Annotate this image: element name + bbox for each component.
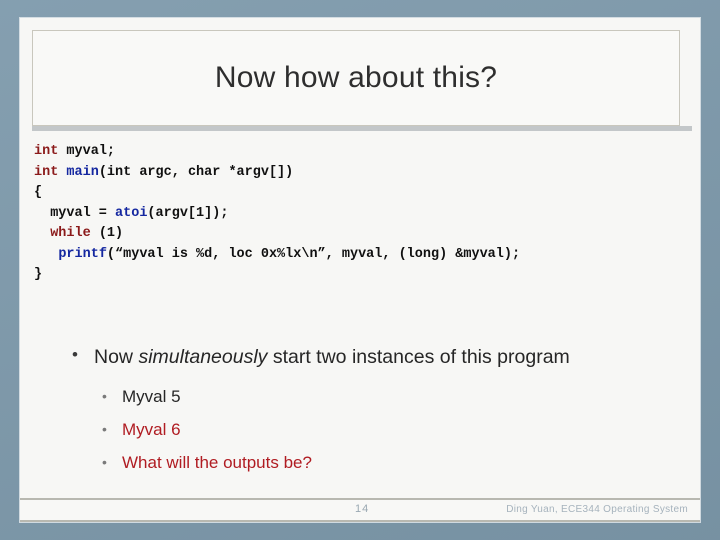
title-divider bbox=[32, 126, 692, 131]
page-title: Now how about this? bbox=[214, 61, 498, 94]
code-line: int main(int argc, char *argv[]) bbox=[34, 163, 694, 184]
code-line: printf(“myval is %d, loc 0x%lx\n”, myval… bbox=[34, 245, 694, 266]
sub-bullet-item: Myval 6 bbox=[96, 413, 660, 446]
code-token-plain: myval = bbox=[34, 205, 116, 221]
code-token-fn: atoi bbox=[115, 205, 148, 221]
code-snippet: int myval; int main(int argc, char *argv[… bbox=[34, 142, 694, 286]
sub-bullet-item: Myval 5 bbox=[96, 380, 660, 413]
code-line: { bbox=[34, 183, 694, 204]
code-line: while (1) bbox=[34, 224, 694, 245]
sub-bullet-item: What will the outputs be? bbox=[96, 446, 660, 479]
code-token-plain: (1) bbox=[90, 226, 124, 241]
code-line: } bbox=[34, 265, 694, 286]
code-token-kw: int bbox=[34, 164, 59, 180]
code-line: int myval; bbox=[34, 142, 694, 163]
footer-page-number: 14 bbox=[355, 503, 370, 515]
code-token-fn: printf bbox=[58, 246, 107, 262]
code-token-plain: } bbox=[34, 267, 43, 282]
slide-title-frame: Now how about this? bbox=[32, 30, 680, 126]
code-token-kw: int bbox=[34, 144, 59, 159]
code-token-fn: main bbox=[66, 164, 99, 180]
bullet-main-post: start two instances of this program bbox=[267, 346, 570, 368]
bullet-main-emphasis: simultaneously bbox=[138, 346, 268, 368]
footer-credit: Ding Yuan, ECE344 Operating System bbox=[506, 504, 688, 515]
code-token-plain: (“myval is %d, loc 0x%lx\n”, myval, (lon… bbox=[106, 246, 521, 262]
code-token-plain: (argv[1]); bbox=[147, 205, 229, 221]
bullet-main-pre: Now bbox=[94, 346, 139, 368]
bullet-list: Now simultaneously start two instances o… bbox=[60, 342, 660, 479]
slide-card: Now how about this? int myval; int main(i… bbox=[20, 18, 700, 522]
code-token-plain: { bbox=[34, 185, 43, 200]
sub-bullet-list: Myval 5Myval 6What will the outputs be? bbox=[60, 380, 660, 479]
code-token-plain: myval; bbox=[58, 144, 116, 159]
code-token-kw: while bbox=[50, 226, 91, 241]
code-line: myval = atoi(argv[1]); bbox=[34, 204, 694, 225]
bullet-item-main: Now simultaneously start two instances o… bbox=[60, 342, 642, 370]
code-token-plain: (int argc, char *argv[]) bbox=[98, 164, 294, 180]
slide-footer: 14 Ding Yuan, ECE344 Operating System bbox=[20, 498, 700, 522]
slide-background: Now how about this? int myval; int main(i… bbox=[0, 0, 720, 540]
